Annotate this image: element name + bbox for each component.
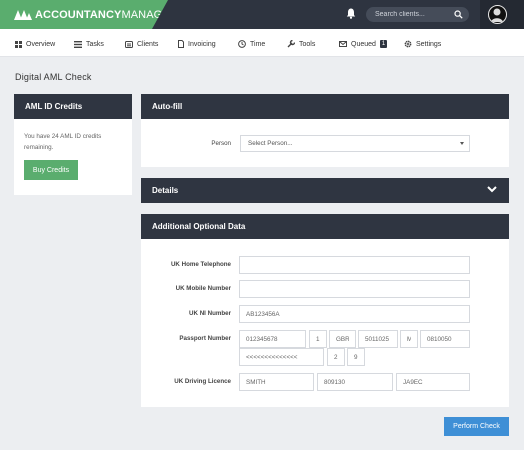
search-icon[interactable] <box>454 10 463 19</box>
avatar[interactable] <box>488 5 507 24</box>
credits-panel-title: AML ID Credits <box>14 94 132 119</box>
overview-icon <box>15 40 22 48</box>
top-bar: ACCOUNTANCYMANAGER <box>0 0 524 29</box>
driving-licence-label: UK Driving Licence <box>174 378 231 385</box>
chevron-down-icon[interactable] <box>487 186 497 193</box>
nav-item-overview[interactable]: Overview <box>15 39 55 49</box>
nav-item-tools[interactable]: Tools <box>287 39 315 49</box>
passport-check-digit-field[interactable] <box>309 330 327 348</box>
search-input[interactable] <box>375 9 453 20</box>
invoicing-icon <box>178 40 184 48</box>
person-select[interactable]: Select Person... <box>240 135 470 152</box>
nav-label: Tools <box>299 40 316 48</box>
main-nav: Overview Tasks Clients Invoicing Time To… <box>0 29 524 57</box>
search-box <box>366 7 469 22</box>
autofill-panel: Auto-fill Person Select Person... <box>141 94 509 167</box>
nav-label: Invoicing <box>188 40 216 48</box>
passport-check-digit-2-field[interactable] <box>327 348 345 366</box>
clock-icon <box>238 40 246 48</box>
user-menu[interactable] <box>480 0 524 29</box>
tasks-icon <box>74 40 82 48</box>
additional-panel-title: Additional Optional Data <box>141 214 509 239</box>
autofill-panel-title: Auto-fill <box>141 94 509 119</box>
nav-item-time[interactable]: Time <box>238 39 265 49</box>
credits-remaining-text: You have 24 AML ID credits remaining. <box>24 133 102 151</box>
mobile-number-field[interactable] <box>239 280 470 298</box>
home-telephone-label: UK Home Telephone <box>170 261 231 268</box>
nav-label: Clients <box>137 40 159 48</box>
gear-icon <box>404 40 412 48</box>
licence-dob-field[interactable] <box>317 373 393 391</box>
ni-number-field[interactable] <box>239 305 470 323</box>
nav-item-queued[interactable]: Queued 1 <box>339 39 388 49</box>
licence-initials-field[interactable] <box>396 373 470 391</box>
passport-expiry-field[interactable] <box>420 330 470 348</box>
nav-item-invoicing[interactable]: Invoicing <box>178 39 216 49</box>
envelope-icon <box>339 41 347 47</box>
passport-sex-field[interactable] <box>400 330 418 348</box>
nav-item-clients[interactable]: Clients <box>125 39 158 49</box>
mobile-number-label: UK Mobile Number <box>175 285 231 292</box>
wrench-icon <box>287 40 295 48</box>
person-label: Person <box>211 140 231 147</box>
nav-item-settings[interactable]: Settings <box>404 39 441 49</box>
additional-data-panel: Additional Optional Data UK Home Telepho… <box>141 214 509 407</box>
passport-check-digit-3-field[interactable] <box>347 348 365 366</box>
passport-number-field[interactable] <box>239 330 306 348</box>
ni-number-label: UK NI Number <box>189 310 231 317</box>
passport-personal-number-field[interactable] <box>239 348 324 366</box>
chevron-down-icon <box>460 142 464 145</box>
nav-label: Settings <box>416 40 442 48</box>
nav-label: Queued <box>351 40 376 48</box>
details-panel[interactable]: Details <box>141 178 509 203</box>
brand-name: ACCOUNTANCYMANAGER <box>35 9 178 21</box>
nav-label: Overview <box>26 40 56 48</box>
licence-surname-field[interactable] <box>239 373 314 391</box>
brand-area[interactable]: ACCOUNTANCYMANAGER <box>0 0 168 29</box>
passport-nationality-field[interactable] <box>329 330 356 348</box>
details-title-text: Details <box>152 186 179 195</box>
perform-check-button[interactable]: Perform Check <box>444 417 509 436</box>
home-telephone-field[interactable] <box>239 256 470 274</box>
nav-label: Tasks <box>86 40 104 48</box>
queued-count-badge: 1 <box>379 40 388 48</box>
buy-credits-button[interactable]: Buy Credits <box>24 160 78 180</box>
person-select-value: Select Person... <box>248 140 293 147</box>
passport-number-label: Passport Number <box>179 335 231 342</box>
nav-item-tasks[interactable]: Tasks <box>74 39 104 49</box>
passport-dob-field[interactable] <box>358 330 398 348</box>
avatar-image <box>491 8 503 22</box>
nav-label: Time <box>250 40 266 48</box>
logo-icon <box>14 10 32 20</box>
bell-icon[interactable] <box>346 8 356 19</box>
page-title: Digital AML Check <box>15 72 92 82</box>
credits-panel: AML ID Credits You have 24 AML ID credit… <box>14 94 132 195</box>
details-panel-title: Details <box>141 178 509 203</box>
clients-icon <box>125 40 133 48</box>
